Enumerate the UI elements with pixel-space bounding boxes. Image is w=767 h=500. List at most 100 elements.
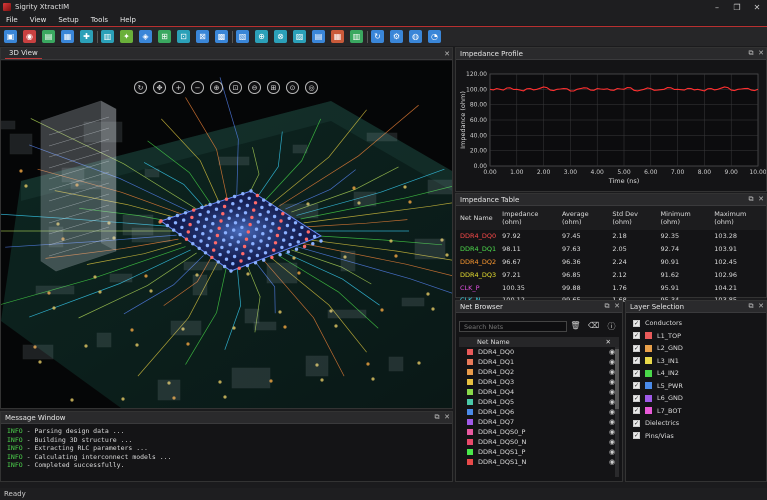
checkbox-icon[interactable]: ✓ bbox=[633, 394, 640, 402]
column-header[interactable]: Minimum (ohm) bbox=[656, 206, 711, 230]
pins_vias-group[interactable]: ✓ Pins/Vias bbox=[633, 430, 766, 443]
menu-help[interactable]: Help bbox=[114, 16, 142, 24]
net-search-input[interactable] bbox=[459, 321, 567, 332]
column-header[interactable]: Maximum (ohm) bbox=[710, 206, 766, 230]
tab-3d-view[interactable]: 3D View bbox=[5, 48, 42, 59]
layout-icon[interactable]: ▦ bbox=[61, 30, 74, 43]
menu-file[interactable]: File bbox=[0, 16, 24, 24]
checkbox-icon[interactable]: ✓ bbox=[633, 357, 640, 365]
net-list-item[interactable]: DDR4_DQ3 ◉ bbox=[459, 377, 619, 387]
table-row[interactable]: DDR4_DQ1 98.11 97.63 2.05 92.74 103.91 bbox=[456, 243, 766, 256]
column-header[interactable]: Average (ohm) bbox=[557, 206, 609, 230]
solve-icon[interactable]: ⊕ bbox=[255, 30, 268, 43]
float-icon[interactable]: ⧉ bbox=[432, 413, 442, 422]
zoom-fit-icon[interactable]: ⊡ bbox=[229, 81, 242, 94]
pan-icon[interactable]: ✥ bbox=[153, 81, 166, 94]
net-list-item[interactable]: DDR4_DQS1_N ◉ bbox=[459, 457, 619, 467]
layer-item[interactable]: ✓ L7_BOT bbox=[633, 405, 766, 418]
help-icon[interactable]: ◔ bbox=[428, 30, 441, 43]
menu-view[interactable]: View bbox=[24, 16, 53, 24]
sparam-icon[interactable]: ▥ bbox=[350, 30, 363, 43]
net-list-item[interactable]: DDR4_DQ6 ◉ bbox=[459, 407, 619, 417]
net-list-item[interactable]: DDR4_DQS0_N ◉ bbox=[459, 437, 619, 447]
export-icon[interactable]: ▤ bbox=[312, 30, 325, 43]
globe-icon[interactable]: ◍ bbox=[409, 30, 422, 43]
maximize-button[interactable]: ❐ bbox=[727, 3, 747, 12]
trash-icon[interactable]: ⌫ bbox=[588, 321, 599, 332]
import-icon[interactable]: ▤ bbox=[42, 30, 55, 43]
pcb-3d-scene[interactable]: ↻ ✥ + − ⊕ ⊡ ⊖ ⊞ ⊙ ◎ bbox=[1, 61, 452, 408]
refresh-icon[interactable]: ↻ bbox=[371, 30, 384, 43]
checkbox-icon[interactable]: ✓ bbox=[633, 432, 640, 440]
table-row[interactable]: DDR4_DQ2 96.67 96.36 2.24 90.91 102.45 bbox=[456, 256, 766, 269]
table-row[interactable]: CLK_P 100.35 99.88 1.76 95.91 104.21 bbox=[456, 281, 766, 294]
report-icon[interactable]: ⊗ bbox=[274, 30, 287, 43]
zoom-all-icon[interactable]: ⊞ bbox=[267, 81, 280, 94]
net-name-column[interactable]: Net Name bbox=[477, 338, 510, 346]
net-list-item[interactable]: DDR4_DQS0_P ◉ bbox=[459, 427, 619, 437]
via-icon[interactable]: ⊠ bbox=[196, 30, 209, 43]
net-list-item[interactable]: DDR4_DQ4 ◉ bbox=[459, 387, 619, 397]
conductors-group[interactable]: ✓ Conductors bbox=[633, 317, 766, 330]
layer-item[interactable]: ✓ L1_TOP bbox=[633, 330, 766, 343]
zoom-selected-icon[interactable]: ⊙ bbox=[286, 81, 299, 94]
column-header[interactable]: Impedance (ohm) bbox=[498, 206, 558, 230]
layer-item[interactable]: ✓ L2_GND bbox=[633, 342, 766, 355]
checkbox-icon[interactable]: ✓ bbox=[633, 332, 640, 340]
checkbox-icon[interactable]: ✓ bbox=[633, 382, 640, 390]
dielectrics-group[interactable]: ✓ Dielectrics bbox=[633, 417, 766, 430]
column-header[interactable]: Net Name bbox=[456, 206, 499, 230]
zoom-window-icon[interactable]: ⊕ bbox=[210, 81, 223, 94]
impedance-chart[interactable]: 0.00 1.00 2.00 3.00 4.00 5.00 6.00 7.00 8.00 9.00… bbox=[456, 60, 767, 191]
layer-item[interactable]: ✓ L5_PWR bbox=[633, 380, 766, 393]
visibility-column-close[interactable]: ✕ bbox=[606, 338, 611, 346]
checkbox-icon[interactable]: ✓ bbox=[633, 369, 640, 377]
close-button[interactable]: ✕ bbox=[747, 3, 767, 12]
spice-icon[interactable]: ▦ bbox=[331, 30, 344, 43]
delete-icon[interactable]: 🗑 bbox=[570, 321, 581, 332]
net-list-item[interactable]: DDR4_DQS1_P ◉ bbox=[459, 447, 619, 457]
layer-item[interactable]: ✓ L3_IN1 bbox=[633, 355, 766, 368]
extract-icon[interactable]: ⊞ bbox=[158, 30, 171, 43]
component-icon[interactable]: ◈ bbox=[139, 30, 152, 43]
minimize-button[interactable]: – bbox=[707, 3, 727, 12]
close-icon[interactable]: ✕ bbox=[756, 302, 766, 311]
layer-item[interactable]: ✓ L4_IN2 bbox=[633, 367, 766, 380]
trace-icon[interactable]: ⊡ bbox=[177, 30, 190, 43]
float-icon[interactable]: ⧉ bbox=[746, 49, 756, 58]
rotate-icon[interactable]: ↻ bbox=[134, 81, 147, 94]
checkbox-icon[interactable]: ✓ bbox=[633, 344, 640, 352]
checkbox-icon[interactable]: ✓ bbox=[633, 407, 640, 415]
zoom-previous-icon[interactable]: ⊖ bbox=[248, 81, 261, 94]
model-icon[interactable]: ▥ bbox=[101, 30, 114, 43]
settings-icon[interactable]: ⚙ bbox=[390, 30, 403, 43]
net-list-item[interactable]: DDR4_DQ2 ◉ bbox=[459, 367, 619, 377]
column-header[interactable]: Std Dev (ohm) bbox=[608, 206, 657, 230]
sim-icon[interactable]: ✦ bbox=[120, 30, 133, 43]
layer-item[interactable]: ✓ L6_GND bbox=[633, 392, 766, 405]
menu-setup[interactable]: Setup bbox=[52, 16, 84, 24]
float-icon[interactable]: ⧉ bbox=[746, 302, 756, 311]
table-row[interactable]: DDR4_DQ0 97.92 97.45 2.18 92.35 103.28 bbox=[456, 230, 766, 243]
close-icon[interactable]: ✕ bbox=[442, 50, 452, 58]
close-icon[interactable]: ✕ bbox=[442, 413, 452, 422]
float-icon[interactable]: ⧉ bbox=[746, 195, 756, 204]
net-list-scroll-thumb[interactable] bbox=[615, 349, 619, 409]
table-row[interactable]: DDR4_DQ3 97.21 96.85 2.12 91.62 102.96 bbox=[456, 268, 766, 281]
net-list-item[interactable]: DDR4_DQ0 ◉ bbox=[459, 347, 619, 357]
mesh-icon[interactable]: ▩ bbox=[215, 30, 228, 43]
close-icon[interactable]: ✕ bbox=[756, 49, 766, 58]
save-icon[interactable]: ◉ bbox=[23, 30, 36, 43]
checkbox-icon[interactable]: ✓ bbox=[633, 319, 640, 327]
menu-tools[interactable]: Tools bbox=[85, 16, 114, 24]
close-icon[interactable]: ✕ bbox=[612, 302, 622, 311]
chart-icon[interactable]: ▨ bbox=[293, 30, 306, 43]
net-list-item[interactable]: DDR4_DQ1 ◉ bbox=[459, 357, 619, 367]
net-list-item[interactable]: DDR4_DQ7 ◉ bbox=[459, 417, 619, 427]
checkbox-icon[interactable]: ✓ bbox=[633, 419, 640, 427]
net-list-item[interactable]: DDR4_DQ5 ◉ bbox=[459, 397, 619, 407]
zoom-in-icon[interactable]: + bbox=[172, 81, 185, 94]
float-icon[interactable]: ⧉ bbox=[602, 302, 612, 311]
open-icon[interactable]: ▣ bbox=[4, 30, 17, 43]
close-icon[interactable]: ✕ bbox=[756, 195, 766, 204]
